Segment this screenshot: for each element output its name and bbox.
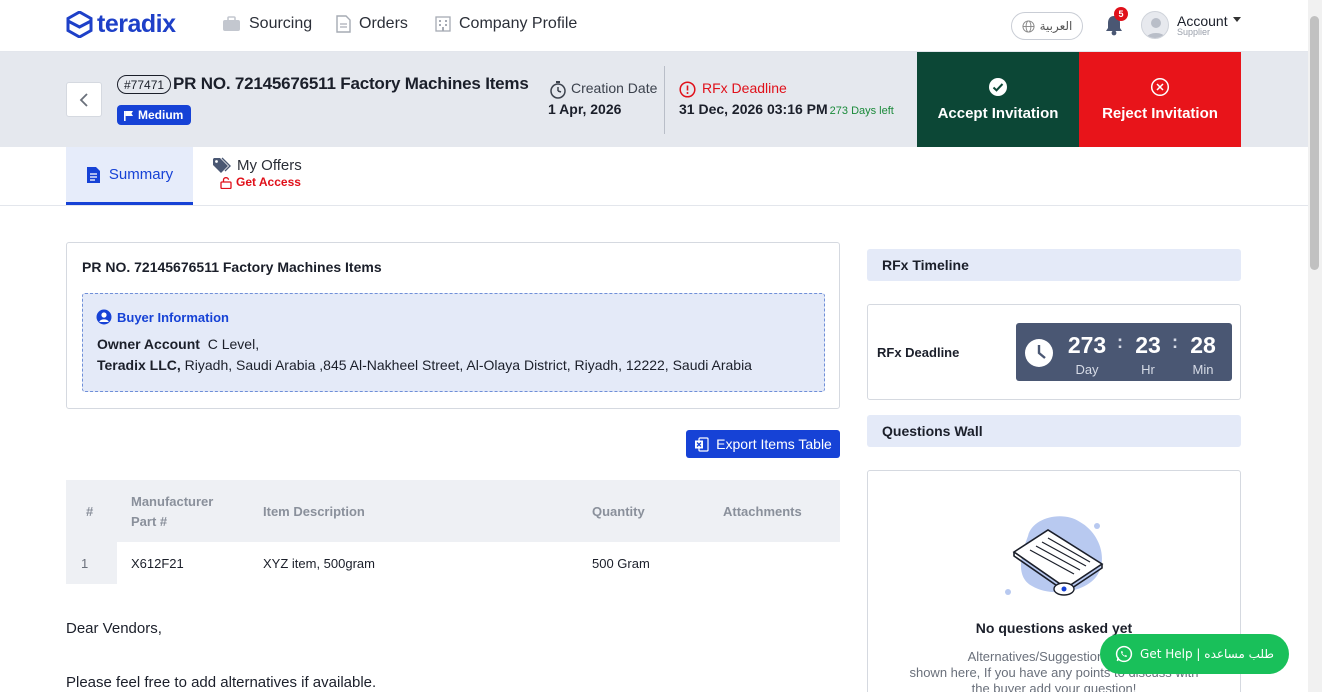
questions-empty-desc-line: the buyer add your question!: [971, 681, 1137, 692]
countdown-hours-unit: Hr: [1141, 362, 1155, 377]
language-label: العربية: [1039, 19, 1073, 33]
tab-my-offers-label: My Offers: [237, 157, 302, 174]
reject-invitation-button[interactable]: Reject Invitation: [1079, 52, 1241, 147]
tab-summary-label: Summary: [108, 166, 174, 183]
logo-text: teradix: [97, 10, 176, 38]
briefcase-icon: [223, 16, 240, 31]
owner-account-label: Owner Account: [97, 336, 200, 352]
x-circle-icon: [1150, 77, 1170, 97]
rfx-timeline-heading: RFx Timeline: [867, 249, 1241, 281]
countdown-days: 273: [1067, 332, 1107, 358]
reject-invitation-label: Reject Invitation: [1102, 105, 1218, 122]
company-address-line: Teradix LLC, Riyadh, Saudi Arabia ,845 A…: [97, 357, 752, 373]
note-greeting: Dear Vendors,: [66, 620, 162, 637]
page-title: PR NO. 72145676511 Factory Machines Item…: [173, 74, 529, 93]
clock-icon: [1025, 339, 1053, 367]
cell-description: XYZ item, 500gram: [263, 556, 375, 571]
creation-date-value: 1 Apr, 2026: [548, 101, 622, 117]
accept-invitation-button[interactable]: Accept Invitation: [917, 52, 1079, 147]
column-header-part-line1: Manufacturer: [131, 494, 214, 509]
excel-icon: [695, 436, 709, 452]
nav-company-profile-label: Company Profile: [459, 15, 578, 32]
countdown-minutes: 28: [1190, 332, 1216, 358]
cell-quantity: 500 Gram: [592, 556, 650, 571]
buyer-information-heading: Buyer Information: [96, 309, 229, 325]
document-text-icon: [86, 166, 100, 183]
deadline-label: RFx Deadline: [702, 80, 787, 96]
teradix-logo[interactable]: teradix: [66, 10, 176, 39]
stopwatch-icon: [550, 81, 566, 99]
nav-sourcing-label: Sourcing: [249, 15, 313, 32]
company-name: Teradix LLC,: [97, 357, 181, 373]
export-items-table-button[interactable]: Export Items Table: [686, 430, 840, 458]
unlock-icon: [220, 176, 232, 189]
get-access-label: Get Access: [236, 175, 301, 189]
tags-icon: [213, 157, 231, 173]
export-items-table-label: Export Items Table: [716, 436, 832, 452]
nav-company-profile[interactable]: Company Profile: [435, 15, 577, 33]
user-circle-icon: [96, 309, 112, 325]
creation-date-label: Creation Date: [571, 80, 658, 96]
get-access-link[interactable]: Get Access: [220, 175, 302, 189]
owner-account-value: C Level,: [207, 336, 260, 352]
tabs-divider: [0, 205, 1308, 206]
account-role: Supplier: [1177, 27, 1211, 37]
column-header-attachments: Attachments: [723, 504, 802, 519]
column-header-quantity: Quantity: [592, 504, 645, 519]
building-icon: [435, 16, 451, 32]
note-line: Please feel free to add alternatives if …: [66, 674, 377, 691]
flag-icon: [124, 110, 133, 121]
nav-orders-label: Orders: [359, 15, 408, 32]
summary-card-title: PR NO. 72145676511 Factory Machines Item…: [82, 259, 382, 275]
account-dropdown-chevron-icon[interactable]: [1233, 17, 1241, 22]
column-header-description: Item Description: [263, 504, 365, 519]
company-address: Riyadh, Saudi Arabia ,845 Al-Nakheel Str…: [184, 357, 752, 373]
questions-wall-heading: Questions Wall: [867, 415, 1241, 447]
get-help-button[interactable]: Get Help | طلب مساعده: [1100, 634, 1289, 674]
language-switch-button[interactable]: العربية: [1011, 12, 1083, 40]
cell-index: 1: [81, 556, 89, 571]
get-help-label: Get Help | طلب مساعده: [1140, 647, 1274, 661]
tab-my-offers[interactable]: My Offers Get Access: [212, 157, 302, 189]
priority-label: Medium: [138, 108, 184, 122]
timeline-deadline-label: RFx Deadline: [877, 345, 960, 360]
cell-part: X612F21: [131, 556, 184, 571]
pr-number-tag: #77471: [117, 75, 172, 94]
accept-invitation-label: Accept Invitation: [937, 105, 1059, 122]
countdown-days-unit: Day: [1075, 362, 1099, 377]
back-button[interactable]: [66, 82, 102, 117]
document-icon: [336, 15, 351, 33]
deadline-value: 31 Dec, 2026 03:16 PM 273 Days left: [679, 101, 894, 117]
column-header-index: #: [86, 504, 94, 519]
chevron-left-icon: [79, 92, 88, 107]
countdown-hours: 23: [1135, 332, 1161, 358]
nav-orders[interactable]: Orders: [336, 15, 408, 33]
empty-questions-illustration-icon: [1005, 516, 1104, 596]
days-left: 273 Days left: [829, 105, 894, 117]
owner-account-line: Owner Account C Level,: [97, 336, 259, 352]
buyer-information-label: Buyer Information: [117, 309, 229, 325]
countdown-minutes-unit: Min: [1192, 362, 1214, 377]
column-header-part-line2: Part #: [131, 514, 168, 529]
whatsapp-icon: [1115, 645, 1133, 663]
notification-count-badge: 5: [1114, 7, 1128, 21]
deadline-datetime: 31 Dec, 2026 03:16 PM: [679, 101, 828, 117]
globe-icon: [1022, 19, 1035, 33]
tab-summary[interactable]: Summary: [66, 147, 193, 205]
alert-circle-icon: [679, 81, 696, 98]
header-divider: [664, 66, 665, 134]
deadline-countdown: 273 Day : 23 Hr : 28 Min: [1016, 323, 1232, 381]
priority-badge: Medium: [117, 105, 192, 125]
avatar[interactable]: [1141, 11, 1169, 39]
check-circle-icon: [989, 78, 1007, 96]
page-scrollbar-thumb[interactable]: [1310, 16, 1319, 270]
table-row-index-cell: [66, 542, 117, 584]
logo-mark-icon: [66, 11, 93, 38]
nav-sourcing[interactable]: Sourcing: [222, 15, 312, 33]
